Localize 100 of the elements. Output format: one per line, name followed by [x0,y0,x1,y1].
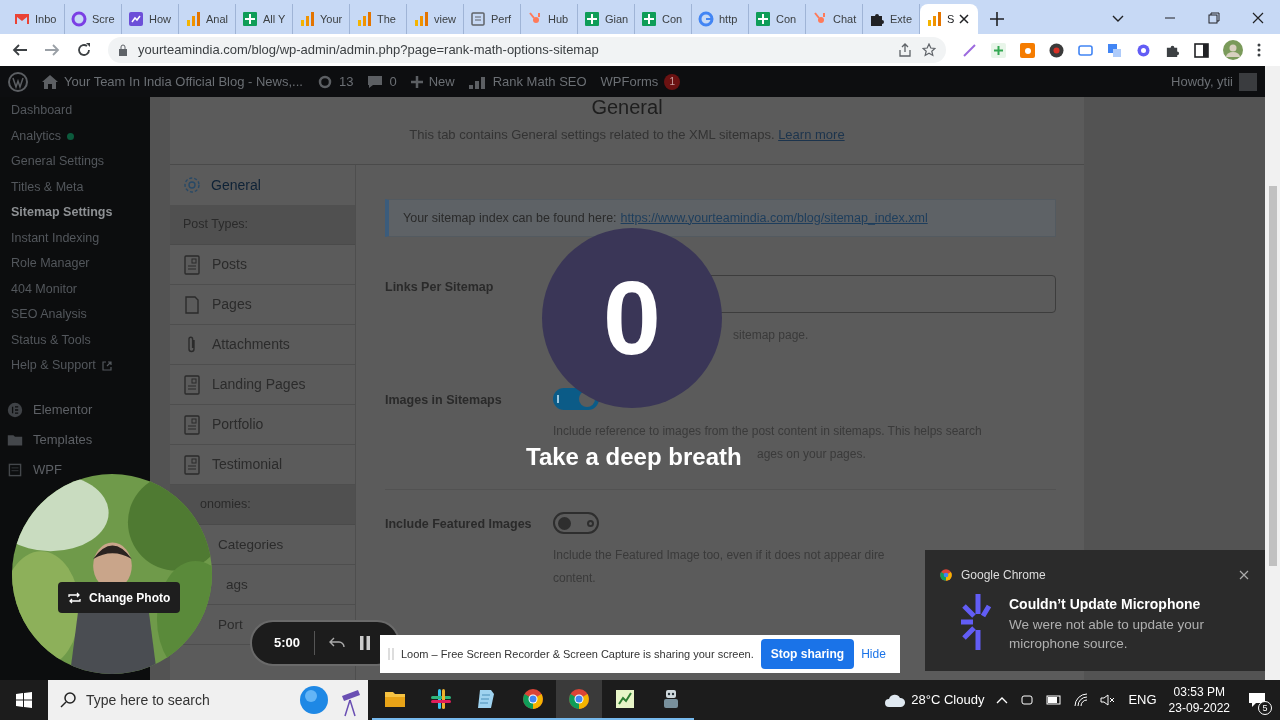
home-icon [42,74,58,89]
window-icon[interactable] [1078,42,1093,58]
spreadsheet-icon [641,11,657,27]
cloud-icon [885,693,906,707]
sidebar-menu-item[interactable]: Templates [7,432,93,447]
taskbar-app[interactable] [556,680,602,720]
sidebar-icon[interactable] [1194,42,1209,58]
chart-icon [128,11,144,27]
language-indicator[interactable]: ENG [1128,690,1157,710]
bar-chart-icon [356,11,372,27]
swap-icon [68,591,81,604]
puzzle-icon [869,11,885,27]
sidebar-item[interactable]: Analytics [11,123,150,149]
notice-text: Your sitemap index can be found here: [403,209,617,227]
stop-sharing-button[interactable]: Stop sharing [760,639,855,669]
notification-count: 5 [1258,701,1272,715]
countdown-number: 0 [603,266,661,370]
account-link[interactable]: Howdy, ytii [1171,71,1257,92]
hide-link[interactable]: Hide [861,645,886,663]
close-icon[interactable] [1252,12,1264,24]
undo-icon[interactable] [329,637,346,649]
count-badge: 1 [664,73,681,90]
weather-widget[interactable]: 28°C Cloudy [885,690,985,710]
wordpress-icon[interactable] [8,71,28,92]
rank-math-link[interactable]: Rank Math SEO [468,71,587,92]
plus-icon[interactable] [991,42,1006,58]
document-icon [184,254,200,275]
sidebar-menu-item[interactable]: WPF [7,462,62,477]
notification-title: Couldn’t Update Microphone [1009,595,1202,614]
back-icon[interactable] [12,42,28,58]
restore-icon[interactable] [1208,12,1220,24]
bar-chart-icon [413,11,429,27]
circle-icon[interactable] [1049,42,1064,58]
browser-tab[interactable]: S [920,4,978,34]
plus-icon[interactable] [990,12,1004,26]
sidebar-item[interactable]: General Settings [11,149,150,175]
pause-icon[interactable] [359,636,372,650]
search-icon [60,692,76,708]
windows-icon[interactable] [16,692,32,708]
sidebar-item[interactable]: Role Manager [11,251,150,277]
updates-link[interactable]: 13 [316,71,354,92]
sidebar-menu-item[interactable]: Elementor [7,402,93,417]
google-icon [698,11,714,27]
sprocket-icon[interactable] [1020,42,1035,58]
address-field[interactable]: yourteamindia.com/blog/wp-admin/admin.php?page=rank-math-options-sitemap [108,37,946,63]
close-icon[interactable] [1239,570,1249,580]
spreadsheet-icon [755,11,771,27]
sidebar-item[interactable]: Status & Tools [11,327,150,353]
new-link[interactable]: New [410,71,455,92]
forward-icon[interactable] [44,42,60,58]
document-icon [184,454,200,475]
star-icon[interactable] [922,43,936,57]
close-icon[interactable] [959,14,970,24]
change-photo-button[interactable]: Change Photo [58,582,181,613]
chrome-icon [939,568,953,582]
battery-icon[interactable] [1046,694,1063,706]
notification-center-button[interactable]: 5 [1242,685,1272,715]
comments-link[interactable]: 0 [367,71,397,92]
toggle-switch[interactable] [553,512,599,534]
countdown-message: Take a deep breath [526,442,742,472]
muted-speaker-icon[interactable] [1100,693,1117,707]
share-icon[interactable] [898,43,912,57]
editor-icon [613,687,637,711]
external-link-icon [101,360,112,371]
wifi-icon[interactable] [1074,693,1089,707]
drag-handle-icon[interactable] [388,648,394,660]
panel-title: General [591,97,663,117]
wpforms-link[interactable]: WPForms 1 [600,71,681,92]
sidebar-item[interactable]: 404 Monitor [11,276,150,302]
sidebar-item[interactable]: Help & Support [11,353,150,379]
sidebar-item[interactable]: Titles & Meta [11,174,150,200]
pen-icon[interactable] [962,42,977,58]
settings-icon [183,176,201,194]
search-field[interactable]: Type here to search [48,680,368,720]
site-link[interactable]: Your Team In India Official Blog - News,... [42,71,303,92]
bar-chart-icon [299,11,315,27]
elementor-icon [7,401,23,418]
sidebar-item[interactable]: SEO Analysis [11,302,150,328]
reload-icon[interactable] [76,42,92,58]
chrome-icon [567,687,591,711]
scrollbar[interactable] [1265,66,1280,680]
sunburst-icon[interactable] [1136,42,1151,58]
sidebar-item[interactable]: Sitemap Settings [11,200,150,226]
avatar-icon[interactable] [1223,40,1243,60]
page-icon [470,11,486,27]
form-icon [7,462,23,477]
translate-icon[interactable] [1107,42,1122,58]
sidebar-item[interactable]: Dashboard [11,98,150,124]
clock[interactable]: 03:53 PM 23-09-2022 [1168,684,1230,716]
refresh-icon [316,73,333,90]
sharing-message: Loom – Free Screen Recorder & Screen Capture is sharing your screen. [401,646,754,662]
clock-date: 23-09-2022 [1168,700,1230,716]
camera-icon[interactable] [1020,693,1035,707]
sidebar-item[interactable]: Instant Indexing [11,225,150,251]
chevron-up-icon[interactable] [996,696,1009,704]
bar-chart-icon [468,74,487,89]
more-icon[interactable] [1257,43,1261,57]
clock-time: 03:53 PM [1173,684,1225,700]
document-icon [184,374,200,395]
avatar-icon [1239,72,1257,91]
